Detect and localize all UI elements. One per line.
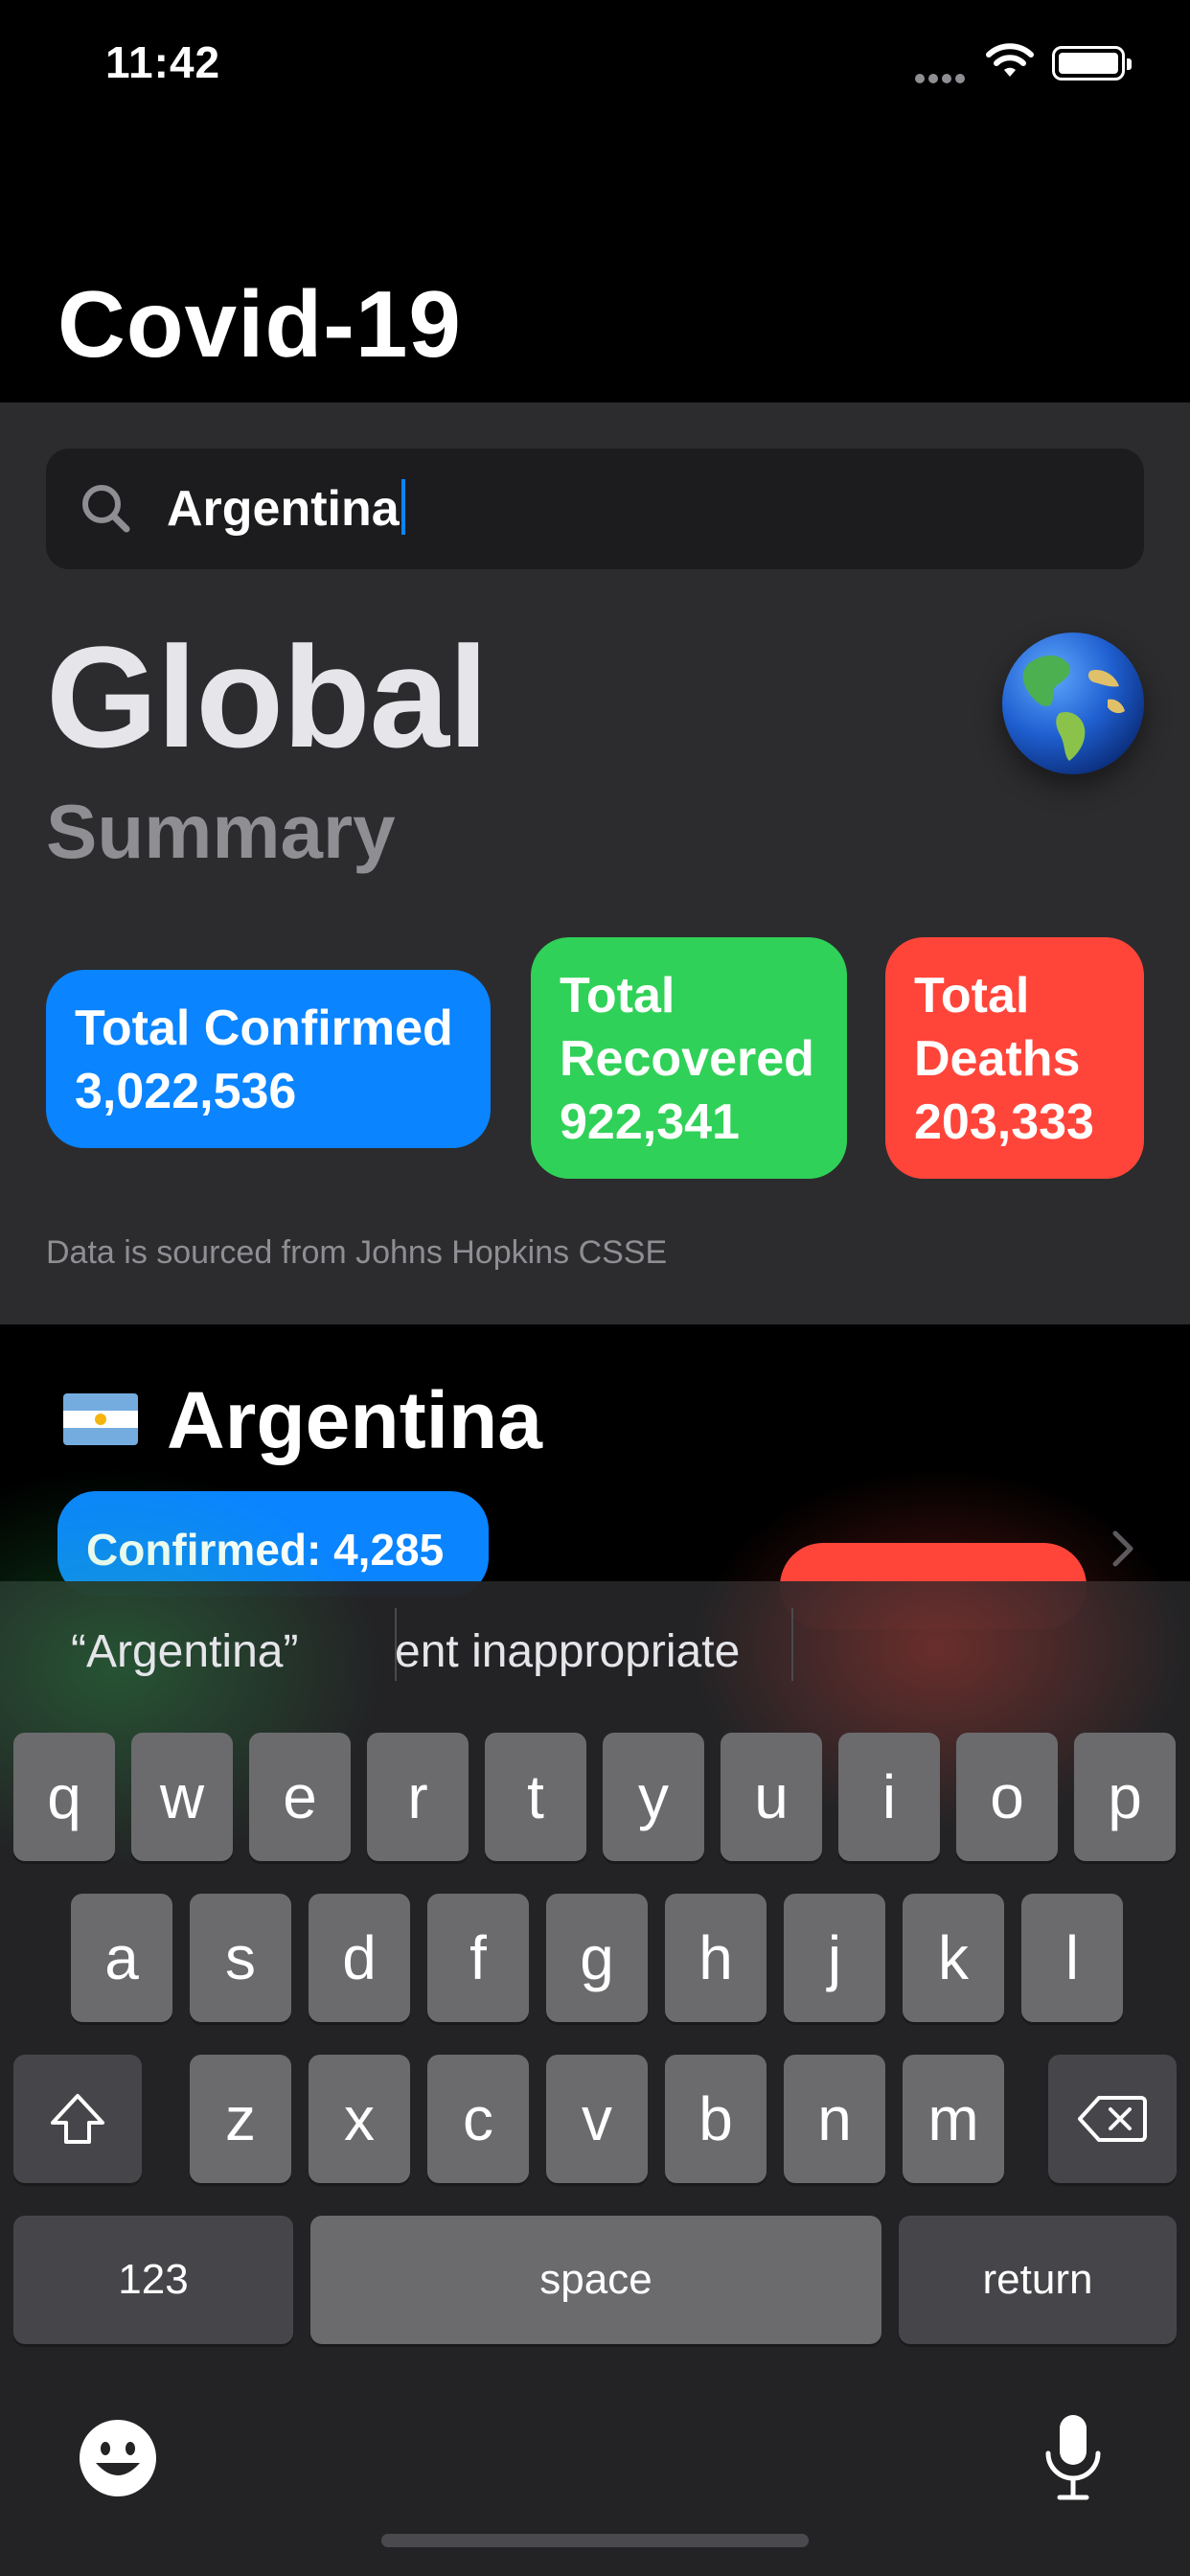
emoji-icon[interactable] (77, 2417, 159, 2499)
key-a[interactable]: a (71, 1894, 172, 2022)
search-input[interactable]: Argentina (46, 448, 1144, 569)
argentina-flag-icon (63, 1393, 138, 1445)
return-key[interactable]: return (899, 2216, 1177, 2344)
total-deaths-value: 203,333 (914, 1094, 1094, 1150)
key-d[interactable]: d (309, 1894, 410, 2022)
key-x[interactable]: x (309, 2055, 410, 2183)
battery-icon (1052, 46, 1132, 80)
key-p[interactable]: p (1074, 1733, 1176, 1861)
page-title: Covid-19 (57, 271, 462, 377)
total-confirmed-label: Total Confirmed (75, 1000, 453, 1056)
suggestion-divider (791, 1608, 793, 1681)
text-caret (400, 479, 405, 535)
numbers-key[interactable]: 123 (13, 2216, 293, 2344)
total-deaths-card: Total Deaths 203,333 (885, 937, 1144, 1179)
home-indicator[interactable] (381, 2534, 809, 2547)
country-name: Argentina (167, 1375, 543, 1465)
global-heading: Global (46, 616, 489, 777)
key-g[interactable]: g (546, 1894, 648, 2022)
search-icon (82, 485, 130, 533)
globe-icon[interactable] (1002, 632, 1144, 774)
summary-subheading: Summary (46, 789, 396, 874)
data-source-note: Data is sourced from Johns Hopkins CSSE (46, 1234, 668, 1271)
microphone-icon[interactable] (1041, 2411, 1106, 2503)
status-bar: 11:42 (0, 0, 1190, 134)
cellular-signal-icon (915, 71, 969, 83)
key-n[interactable]: n (784, 2055, 885, 2183)
key-c[interactable]: c (427, 2055, 529, 2183)
key-r[interactable]: r (367, 1733, 469, 1861)
key-h[interactable]: h (665, 1894, 767, 2022)
key-u[interactable]: u (721, 1733, 822, 1861)
key-i[interactable]: i (838, 1733, 940, 1861)
total-confirmed-value: 3,022,536 (75, 1064, 297, 1119)
key-v[interactable]: v (546, 2055, 648, 2183)
global-summary-panel: Argentina Global Summary Total Confirmed… (0, 402, 1190, 1324)
space-key[interactable]: space (310, 2216, 881, 2344)
key-t[interactable]: t (485, 1733, 586, 1861)
predictive-bar: “Argentina” ent inappropriate (0, 1581, 1190, 1725)
key-s[interactable]: s (190, 1894, 291, 2022)
key-z[interactable]: z (190, 2055, 291, 2183)
key-l[interactable]: l (1021, 1894, 1123, 2022)
total-recovered-value: 922,341 (560, 1094, 740, 1150)
wifi-icon (986, 43, 1034, 77)
key-j[interactable]: j (784, 1894, 885, 2022)
shift-key[interactable] (13, 2055, 142, 2183)
total-deaths-label-line2: Deaths (914, 1031, 1081, 1087)
key-f[interactable]: f (427, 1894, 529, 2022)
key-b[interactable]: b (665, 2055, 767, 2183)
status-time: 11:42 (105, 37, 221, 87)
key-o[interactable]: o (956, 1733, 1058, 1861)
app-screen: 11:42 Covid-19 Argentina Global Summary (0, 0, 1190, 2576)
total-recovered-card: Total Recovered 922,341 (531, 937, 847, 1179)
suggestion-2[interactable]: ent inappropriate (395, 1625, 740, 1678)
delete-icon (1078, 2096, 1147, 2142)
total-recovered-label-line2: Recovered (560, 1031, 814, 1087)
key-k[interactable]: k (903, 1894, 1004, 2022)
search-query-text[interactable]: Argentina (167, 477, 405, 540)
suggestion-1[interactable]: “Argentina” (71, 1625, 298, 1678)
total-confirmed-card: Total Confirmed 3,022,536 (46, 970, 491, 1148)
keyboard: “Argentina” ent inappropriate q w e r t … (0, 1466, 1190, 2576)
key-y[interactable]: y (603, 1733, 704, 1861)
total-deaths-label-line1: Total (914, 968, 1030, 1024)
shift-icon (51, 2094, 104, 2144)
key-e[interactable]: e (249, 1733, 351, 1861)
key-m[interactable]: m (903, 2055, 1004, 2183)
key-q[interactable]: q (13, 1733, 115, 1861)
key-w[interactable]: w (131, 1733, 233, 1861)
total-recovered-label-line1: Total (560, 968, 675, 1024)
delete-key[interactable] (1048, 2055, 1177, 2183)
